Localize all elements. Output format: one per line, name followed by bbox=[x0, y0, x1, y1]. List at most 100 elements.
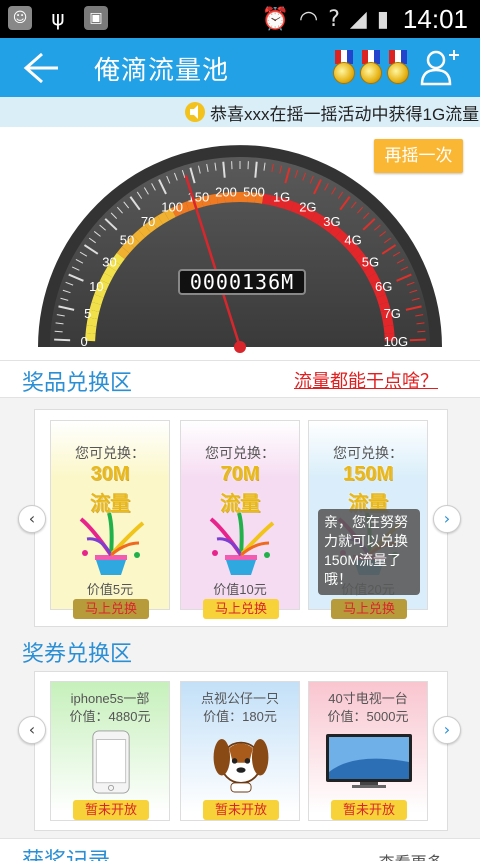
alarm-icon: ⏰ bbox=[261, 7, 289, 32]
voucher-card-value: 价值：180元 bbox=[203, 709, 277, 724]
voucher-section-title: 奖券兑换区 bbox=[22, 641, 133, 666]
gauge-arc-segment bbox=[103, 265, 117, 278]
gauge-arc-segment bbox=[329, 224, 342, 238]
voucher-prev-arrow[interactable]: ‹ bbox=[18, 716, 46, 744]
title-bar: 俺滴流量池 bbox=[0, 38, 480, 97]
voucher-card-title: iphone5s一部 bbox=[70, 691, 150, 706]
prize-card-amount: 30M bbox=[90, 463, 130, 485]
not-available-button[interactable]: 暂未开放 bbox=[331, 800, 407, 820]
prize-card-label: 您可兑换： bbox=[75, 445, 145, 461]
gauge-arc-segment bbox=[363, 265, 377, 278]
app-notification-icon: ☺ bbox=[8, 6, 32, 30]
gauge-scale-label: 4G bbox=[344, 232, 361, 247]
gauge-arc-segment bbox=[89, 301, 102, 312]
hint-tooltip: 亲，您在努努力就可以兑换150M流量了哦！ bbox=[318, 509, 420, 595]
medal-icon bbox=[359, 50, 383, 86]
gauge-arc-segment bbox=[91, 294, 104, 305]
tv-image bbox=[326, 734, 412, 788]
prize-card-label: 您可兑换： bbox=[333, 445, 403, 461]
wifi-icon: ◠ bbox=[299, 7, 319, 32]
voucher-card: 40寸电视一台 价值：5000元暂未开放 bbox=[308, 681, 428, 821]
gauge-scale-label: 10G bbox=[384, 334, 409, 349]
gauge-scale-label: 6G bbox=[375, 279, 392, 294]
gauge-arc-segment bbox=[132, 229, 146, 243]
voucher-card: 点视公仔一只 价值：180元暂未开放 bbox=[180, 681, 300, 821]
gauge-scale-label: 1G bbox=[273, 190, 290, 205]
gauge-scale-label: 5 bbox=[84, 306, 91, 321]
gauge-scale-label: 2G bbox=[299, 200, 316, 215]
view-more-link[interactable]: 查看更多... bbox=[379, 849, 456, 861]
add-user-icon[interactable] bbox=[418, 46, 462, 88]
signal-icon: ◢ bbox=[349, 7, 367, 32]
voucher-card: iphone5s一部 价值：4880元暂未开放 bbox=[50, 681, 170, 821]
gauge-arc-segment bbox=[87, 309, 100, 320]
announcement-marquee: 恭喜xxx在摇一摇活动中获得1G流量 bbox=[0, 97, 480, 127]
gauge-face bbox=[50, 157, 430, 347]
prize-prev-arrow[interactable]: ‹ bbox=[18, 505, 46, 533]
voucher-section-header: 奖券兑换区 bbox=[0, 632, 480, 670]
gauge-scale-label: 0 bbox=[81, 334, 88, 349]
gauge-arc-segment bbox=[350, 246, 364, 259]
gauge-arc-segment bbox=[116, 246, 130, 259]
prize-card-label: 您可兑换： bbox=[205, 445, 275, 461]
status-bar: ☺ ψ ▣ ⏰ ◠ ? ◢ ▮ 14:01 bbox=[0, 0, 480, 38]
shake-again-button[interactable]: 再摇一次 bbox=[374, 139, 463, 173]
prize-section-title: 奖品兑换区 bbox=[22, 370, 133, 395]
dog-mascot-image bbox=[213, 738, 269, 793]
gauge-tick bbox=[417, 330, 426, 333]
gauge-needle-hub bbox=[234, 341, 246, 353]
gift-burst-icon bbox=[79, 512, 145, 575]
redeem-now-button[interactable]: 马上兑换 bbox=[203, 599, 279, 619]
voucher-card-value: 价值：5000元 bbox=[327, 709, 409, 724]
voucher-card-title: 40寸电视一台 bbox=[328, 691, 408, 706]
gauge-scale-label: 3G bbox=[323, 214, 340, 229]
gauge-scale-label: 50 bbox=[120, 232, 134, 247]
marquee-text: 恭喜xxx在摇一摇活动中获得1G流量 bbox=[210, 105, 480, 124]
prize-card: 您可兑换： 30M 流量 价值5元 马上兑换 bbox=[50, 420, 170, 619]
redeem-now-button[interactable]: 马上兑换 bbox=[73, 599, 149, 619]
prize-card-amount: 70M bbox=[220, 463, 260, 485]
gauge-tick bbox=[409, 338, 426, 342]
gauge-arc-segment bbox=[85, 332, 96, 342]
gauge-scale-label: 10 bbox=[89, 279, 103, 294]
gauge-scale-label: 200 bbox=[215, 185, 237, 200]
prize-next-arrow[interactable]: › bbox=[433, 505, 461, 533]
gauge-arc-segment bbox=[112, 252, 125, 265]
gauge-arc-segment bbox=[334, 229, 348, 243]
gauge-arc-segment bbox=[100, 272, 113, 285]
records-section-header: 获奖记录 查看更多... bbox=[0, 838, 480, 861]
clock: 14:01 bbox=[402, 4, 468, 34]
gift-burst-icon bbox=[209, 512, 275, 575]
voucher-card-title: 点视公仔一只 bbox=[200, 691, 279, 706]
android-icon: ▣ bbox=[84, 6, 108, 30]
gauge-arc-segment bbox=[138, 224, 151, 238]
redeem-now-button[interactable]: 马上兑换 bbox=[331, 599, 407, 619]
gauge-scale-label: 500 bbox=[243, 185, 265, 200]
gauge-arc-segment bbox=[310, 211, 323, 225]
gauge-scale-label: 30 bbox=[102, 254, 116, 269]
voucher-next-arrow[interactable]: › bbox=[433, 716, 461, 744]
gauge-arc-segment bbox=[383, 325, 395, 334]
speaker-icon bbox=[185, 102, 205, 122]
medals[interactable] bbox=[332, 50, 410, 86]
traffic-counter: 0000136M bbox=[178, 269, 306, 295]
gauge-arc-segment bbox=[157, 211, 170, 225]
gauge-arc-segment bbox=[376, 294, 389, 305]
medal-icon bbox=[386, 50, 410, 86]
gauge-tick bbox=[54, 338, 71, 342]
gauge-arc-segment bbox=[85, 325, 97, 334]
gauge-scale-label: 70 bbox=[141, 214, 155, 229]
iphone-image bbox=[92, 730, 130, 794]
prize-card-price: 价值5元 bbox=[86, 582, 134, 597]
sim-unknown-icon: ? bbox=[328, 7, 340, 32]
prize-card-amount: 150M bbox=[342, 463, 394, 485]
medal-icon bbox=[332, 50, 356, 86]
gauge-scale-label: 7G bbox=[384, 306, 401, 321]
back-arrow-icon[interactable] bbox=[16, 46, 64, 90]
prize-card-price: 价值10元 bbox=[213, 582, 267, 597]
not-available-button[interactable]: 暂未开放 bbox=[73, 800, 149, 820]
traffic-usage-link[interactable]: 流量都能干点啥？ bbox=[294, 367, 438, 393]
not-available-button[interactable]: 暂未开放 bbox=[203, 800, 279, 820]
gauge-scale-label: 5G bbox=[362, 254, 379, 269]
voucher-card-value: 价值：4880元 bbox=[69, 709, 151, 724]
